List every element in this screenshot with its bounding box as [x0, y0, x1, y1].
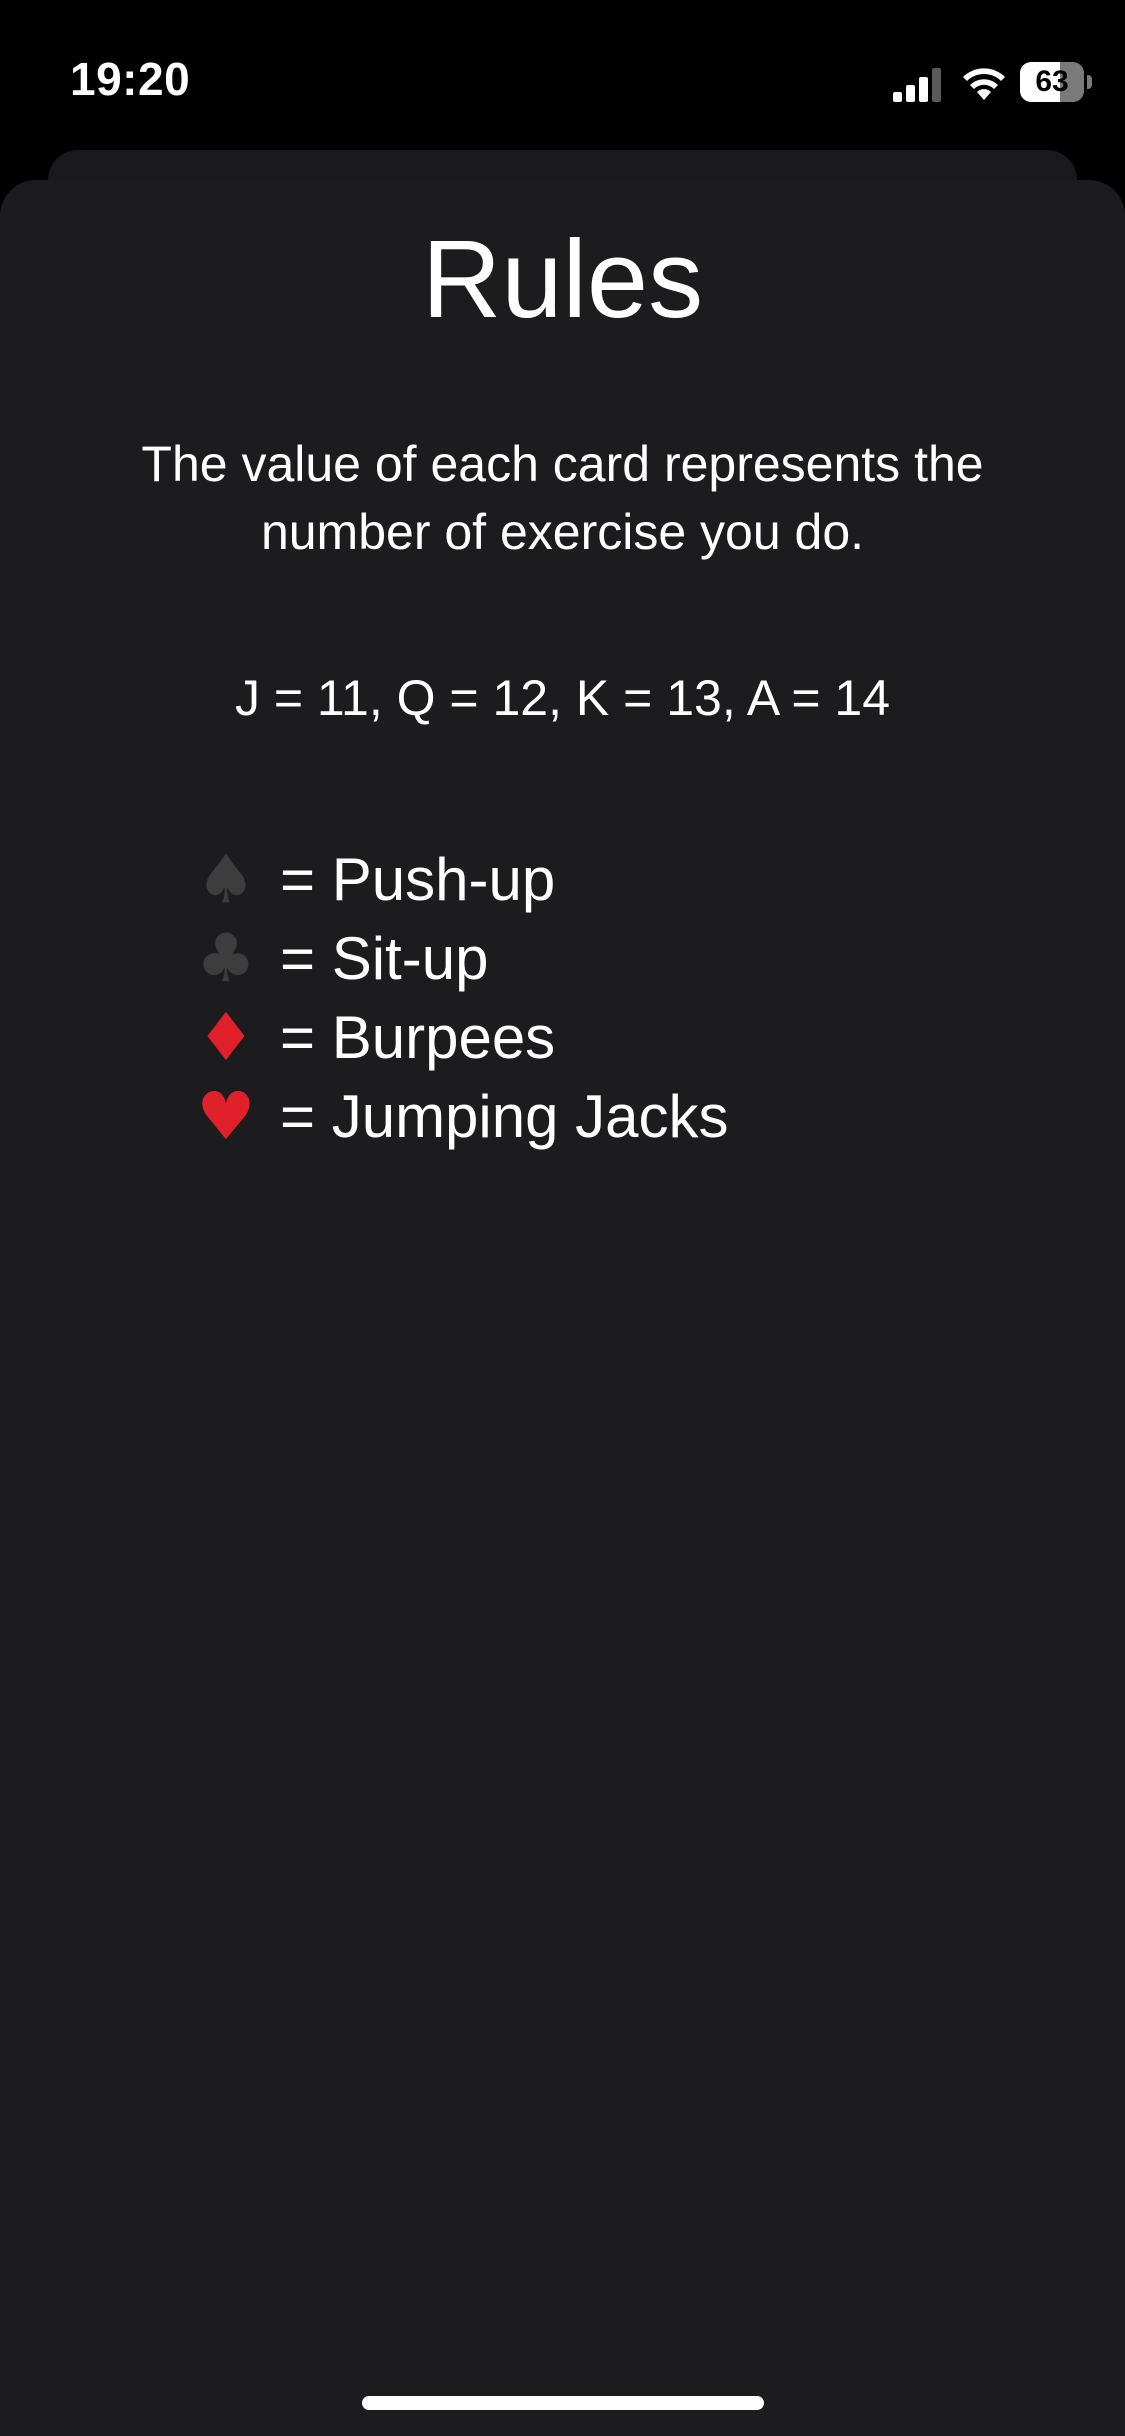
wifi-icon [963, 68, 1005, 100]
home-indicator[interactable] [362, 2396, 764, 2410]
suit-label-burpees: = Burpees [280, 1004, 556, 1071]
suit-row-diamond: ♦ = Burpees [186, 998, 986, 1077]
status-time: 19:20 [70, 53, 191, 105]
club-icon: ♣ [196, 920, 256, 997]
suit-label-sit-up: = Sit-up [280, 925, 489, 992]
page-title: Rules [421, 218, 704, 341]
battery-body: 63 [1020, 62, 1084, 102]
status-bar: 19:20 63 [0, 0, 1125, 150]
screen: 19:20 63 Rules The value of each card re… [0, 0, 1125, 2436]
battery-cap [1087, 75, 1092, 89]
battery-percentage: 63 [1035, 65, 1069, 98]
battery-icon: 63 [1020, 62, 1092, 102]
spade-icon: ♠ [196, 841, 256, 918]
suit-label-push-up: = Push-up [280, 846, 556, 913]
diamond-icon: ♦ [196, 999, 256, 1076]
suit-row-club: ♣ = Sit-up [186, 919, 986, 998]
suit-exercise-list: ♠ = Push-up ♣ = Sit-up ♦ = Burpees ♥ = J… [186, 840, 986, 1156]
suit-row-spade: ♠ = Push-up [186, 840, 986, 919]
suit-label-jumping-jacks: = Jumping Jacks [280, 1083, 729, 1150]
cellular-signal-icon [893, 68, 941, 102]
card-values-text: J = 11, Q = 12, K = 13, A = 14 [234, 670, 891, 726]
rules-description: The value of each card represents the nu… [141, 436, 984, 560]
heart-icon: ♥ [196, 1078, 256, 1155]
suit-row-heart: ♥ = Jumping Jacks [186, 1077, 986, 1156]
